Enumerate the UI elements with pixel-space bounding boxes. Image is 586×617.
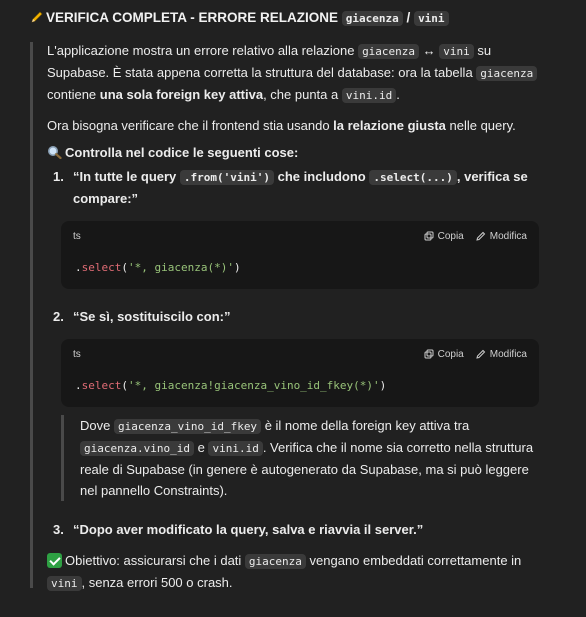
magnifier-icon xyxy=(48,146,62,159)
list-item: 2. “Se sì, sostituiscilo con:” xyxy=(47,306,551,327)
list-item-text: “In tutte le query .from('vini') che inc… xyxy=(73,166,551,209)
code-token: . xyxy=(75,261,82,274)
blockquote-bar xyxy=(30,42,33,588)
inline-code: vini.id xyxy=(341,88,397,103)
section-heading-text: Controlla nel codice le seguenti cose: xyxy=(65,145,299,160)
edit-icon xyxy=(476,231,485,241)
check-mark-icon xyxy=(47,553,62,568)
bold-text: una sola foreign key attiva xyxy=(99,87,264,102)
text: L'applicazione mostra un errore relativo… xyxy=(47,43,355,58)
inline-code: vini xyxy=(47,576,82,591)
list-item-text: “Se sì, sostituiscilo con:” xyxy=(73,309,231,324)
goal-paragraph: Obiettivo: assicurarsi che i dati giacen… xyxy=(47,550,551,594)
code-token: select xyxy=(81,261,122,274)
text: Ora bisogna verificare che il frontend s… xyxy=(47,118,330,133)
text: , che punta a xyxy=(263,87,339,102)
edit-label: Modifica xyxy=(489,230,527,242)
text: è il nome della foreign key attiva tra xyxy=(264,418,470,433)
code-token: ) xyxy=(379,379,387,392)
title-text: VERIFICA COMPLETA - ERRORE RELAZIONE xyxy=(46,10,339,25)
copy-icon xyxy=(424,349,434,359)
intro-paragraph: L'applicazione mostra un errore relativo… xyxy=(47,40,551,106)
text: . xyxy=(396,87,400,102)
section-heading: Controlla nel codice le seguenti cose: xyxy=(47,142,551,163)
list-number: 2. xyxy=(53,309,64,324)
code-token: ) xyxy=(233,261,241,274)
text: contiene xyxy=(47,87,97,102)
text: nelle query. xyxy=(449,118,516,133)
copy-icon xyxy=(424,231,434,241)
copy-label: Copia xyxy=(437,230,464,242)
text: vengano embeddati correttamente in xyxy=(309,553,522,568)
code-block: ts Copia Modifica .select('*, giacenza!g… xyxy=(61,339,539,407)
message-title: VERIFICA COMPLETA - ERRORE RELAZIONE gia… xyxy=(30,8,566,29)
text: Dove xyxy=(80,418,111,433)
inline-code: giacenza xyxy=(476,66,538,81)
edit-icon xyxy=(476,349,485,359)
code-language-label: ts xyxy=(73,348,81,360)
copy-label: Copia xyxy=(437,348,464,360)
bold-text: la relazione giusta xyxy=(333,118,446,133)
title-code-vini: vini xyxy=(414,11,449,26)
code-content: .select('*, giacenza(*)') xyxy=(61,251,539,289)
code-token: . xyxy=(75,379,82,392)
inline-code: vini xyxy=(439,44,474,59)
inline-code: .select(...) xyxy=(369,170,457,185)
inline-code: giacenza_vino_id_fkey xyxy=(113,419,262,434)
inline-code: giacenza xyxy=(358,44,420,59)
inline-code: .from('vini') xyxy=(179,170,275,185)
message-content: L'applicazione mostra un errore relativo… xyxy=(47,40,551,594)
code-token: '*, giacenza(*)' xyxy=(128,261,234,274)
code-block-header: ts Copia Modifica xyxy=(61,339,539,369)
text: che includono xyxy=(277,169,366,184)
code-token: select xyxy=(81,379,122,392)
list-number: 3. xyxy=(53,522,64,537)
code-token: ( xyxy=(121,379,128,392)
code-token: '*, giacenza!giacenza_vino_id_fkey(*)' xyxy=(128,379,380,392)
inline-code: vini.id xyxy=(208,441,263,456)
title-separator: / xyxy=(406,10,411,25)
text: , senza errori 500 o crash. xyxy=(81,575,233,590)
list-item: 3. “Dopo aver modificato la query, salva… xyxy=(47,519,551,540)
inline-code: giacenza xyxy=(244,554,306,569)
code-block-header: ts Copia Modifica xyxy=(61,221,539,251)
inline-code: giacenza.vino_id xyxy=(80,441,194,456)
arrow-symbol: ↔ xyxy=(422,43,436,58)
code-token: ( xyxy=(121,261,128,274)
list-item: 1. “In tutte le query .from('vini') che … xyxy=(47,166,551,209)
text: “In tutte le query xyxy=(73,169,177,184)
edit-label: Modifica xyxy=(489,348,527,360)
list-item-text: “Dopo aver modificato la query, salva e … xyxy=(73,522,424,537)
code-content: .select('*, giacenza!giacenza_vino_id_fk… xyxy=(61,369,539,407)
pencil-icon xyxy=(30,8,46,28)
note-paragraph: Dove giacenza_vino_id_fkey è il nome del… xyxy=(80,415,540,501)
edit-button[interactable]: Modifica xyxy=(476,344,527,365)
text: Obiettivo: assicurarsi che i dati xyxy=(65,553,242,568)
copy-button[interactable]: Copia xyxy=(424,344,464,365)
second-paragraph: Ora bisogna verificare che il frontend s… xyxy=(47,115,551,136)
code-language-label: ts xyxy=(73,230,81,242)
list-number: 1. xyxy=(53,169,64,184)
copy-button[interactable]: Copia xyxy=(424,226,464,247)
title-code-giacenza: giacenza xyxy=(341,11,403,26)
edit-button[interactable]: Modifica xyxy=(476,226,527,247)
code-block: ts Copia Modifica .select('*, giacenza(*… xyxy=(61,221,539,289)
text: e xyxy=(197,440,205,455)
note-blockquote: Dove giacenza_vino_id_fkey è il nome del… xyxy=(61,415,540,501)
